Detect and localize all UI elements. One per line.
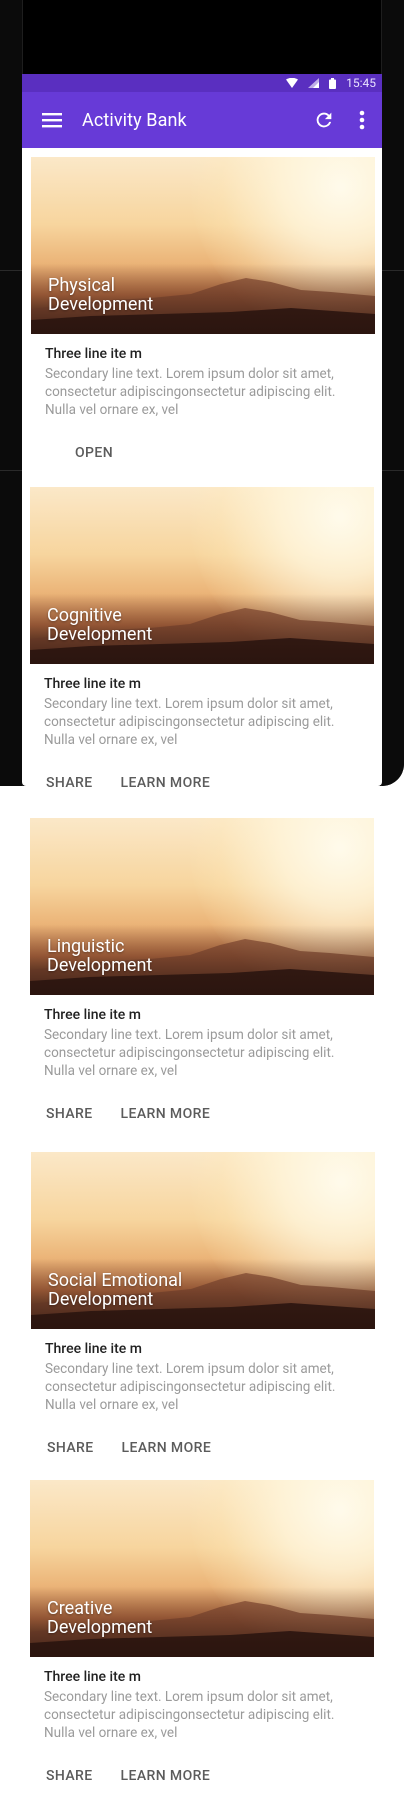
card-title: Creative Development [47,1598,153,1638]
refresh-icon[interactable] [310,106,338,134]
status-bar: 15:45 [22,74,382,92]
card-secondary-text: Secondary line text. Lorem ipsum dolor s… [45,366,336,418]
app-bar: Activity Bank [22,92,382,148]
card-creative: Creative Development Three line ite m Se… [30,1480,374,1784]
frame-left-edge [0,0,23,786]
card-title: Physical Development [48,275,154,315]
app-title: Activity Bank [82,109,187,131]
card-image[interactable]: Social Emotional Development [31,1152,375,1329]
card-secondary-text: Secondary line text. Lorem ipsum dolor s… [44,1689,335,1741]
share-button[interactable]: SHARE [47,1440,94,1456]
more-vert-icon[interactable] [348,106,376,134]
card-image[interactable]: Physical Development [31,157,375,334]
open-button[interactable]: OPEN [75,445,113,461]
card-cognitive: Cognitive Development Three line ite m S… [30,487,374,791]
card-title: Linguistic Development [47,936,153,976]
wifi-icon [286,78,299,88]
card-title: Social Emotional Development [48,1270,183,1310]
card-primary-text: Three line ite m [44,1669,141,1685]
card-primary-text: Three line ite m [45,346,142,362]
battery-icon [329,77,337,89]
signal-icon [308,78,320,88]
card-title: Cognitive Development [47,605,153,645]
card-physical: Physical Development Three line ite m Se… [31,157,375,461]
card-image[interactable]: Creative Development [30,1480,374,1657]
share-button[interactable]: SHARE [46,1768,93,1784]
learn-more-button[interactable]: LEARN MORE [121,1106,211,1122]
frame-right-edge [381,0,404,786]
menu-icon[interactable] [40,108,64,132]
learn-more-button[interactable]: LEARN MORE [121,1768,211,1784]
card-primary-text: Three line ite m [45,1341,142,1357]
card-image[interactable]: Linguistic Development [30,818,374,995]
card-image[interactable]: Cognitive Development [30,487,374,664]
card-secondary-text: Secondary line text. Lorem ipsum dolor s… [45,1361,336,1413]
card-linguistic: Linguistic Development Three line ite m … [30,818,374,1122]
status-time: 15:45 [346,76,376,90]
share-button[interactable]: SHARE [46,1106,93,1122]
card-secondary-text: Secondary line text. Lorem ipsum dolor s… [44,1027,335,1079]
card-secondary-text: Secondary line text. Lorem ipsum dolor s… [44,696,335,748]
card-primary-text: Three line ite m [44,676,141,692]
card-social-emotional: Social Emotional Development Three line … [31,1152,375,1456]
card-primary-text: Three line ite m [44,1007,141,1023]
share-button[interactable]: SHARE [46,775,93,791]
learn-more-button[interactable]: LEARN MORE [122,1440,212,1456]
learn-more-button[interactable]: LEARN MORE [121,775,211,791]
